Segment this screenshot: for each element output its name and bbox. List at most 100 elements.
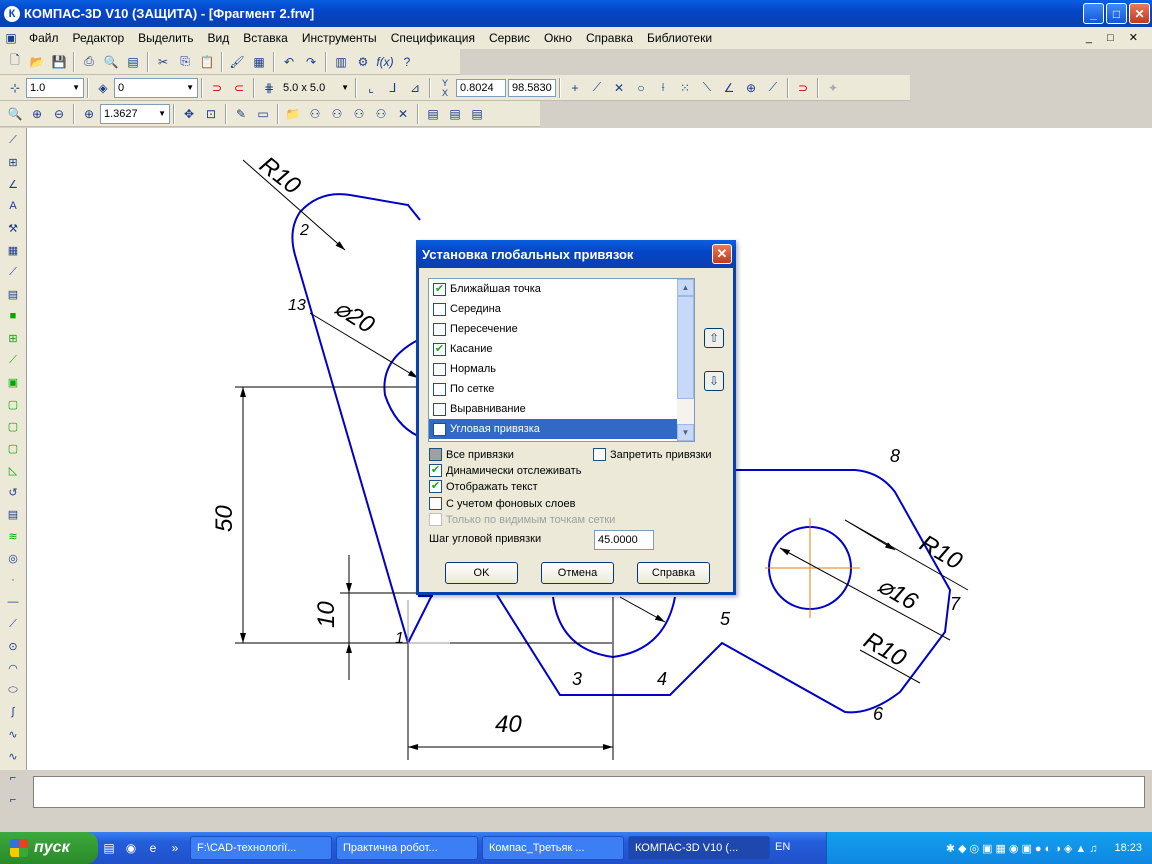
checkbox[interactable] bbox=[433, 382, 446, 396]
ortho-icon[interactable]: ⌞ bbox=[361, 78, 381, 98]
start-button[interactable]: пуск bbox=[0, 832, 98, 864]
list-item[interactable]: По сетке bbox=[429, 379, 694, 399]
menu-editor[interactable]: Редактор bbox=[66, 31, 132, 45]
show-text-option[interactable]: ✔ Отображать текст bbox=[429, 480, 538, 493]
grid-icon[interactable]: ⋕ bbox=[259, 78, 279, 98]
contour-icon[interactable]: ◎ bbox=[3, 548, 23, 568]
minimize-button[interactable]: _ bbox=[1083, 3, 1104, 24]
lib-tools-icon[interactable]: ✕ bbox=[393, 104, 413, 124]
all-snaps-option[interactable]: Все привязки bbox=[429, 448, 514, 461]
lib-doc1-icon[interactable]: ▤ bbox=[423, 104, 443, 124]
bezier-icon[interactable]: ∿ bbox=[3, 724, 23, 744]
preview-icon[interactable]: 🔍 bbox=[101, 52, 121, 72]
coord-x-field[interactable]: 0.8024 bbox=[456, 78, 506, 97]
open-library-icon[interactable]: 📁 bbox=[283, 104, 303, 124]
rect-icon[interactable]: ▢ bbox=[3, 438, 23, 458]
snap-curve-icon[interactable]: ⟋ bbox=[763, 78, 783, 98]
menu-insert[interactable]: Вставка bbox=[236, 31, 295, 45]
layer-combo[interactable]: 0 ▼ bbox=[114, 77, 198, 98]
round-icon[interactable]: ⊿ bbox=[405, 78, 425, 98]
geometry-icon[interactable]: ⟋ bbox=[3, 130, 23, 150]
quicklaunch-more-icon[interactable]: » bbox=[165, 838, 185, 858]
list-scrollbar[interactable]: ▲ ▼ bbox=[677, 279, 694, 441]
checkbox[interactable]: ✔ bbox=[429, 480, 442, 493]
lib-doc3-icon[interactable]: ▤ bbox=[467, 104, 487, 124]
snap-grid-icon[interactable]: ⁙ bbox=[675, 78, 695, 98]
bg-layers-option[interactable]: С учетом фоновых слоев bbox=[429, 497, 575, 510]
checkbox[interactable] bbox=[433, 322, 446, 336]
snap-normal-icon[interactable]: ⟊ bbox=[653, 78, 673, 98]
list-item-selected[interactable]: Угловая привязка bbox=[429, 419, 694, 439]
fillet-icon[interactable]: ⌐ bbox=[3, 790, 23, 810]
grid-combo[interactable]: 5.0 x 5.0 ▼ bbox=[280, 78, 352, 98]
checkbox[interactable] bbox=[429, 448, 442, 461]
move-down-button[interactable]: ⇩ bbox=[704, 371, 724, 391]
list-item[interactable]: Середина bbox=[429, 299, 694, 319]
snap-magnet-icon[interactable]: ⊃ bbox=[207, 78, 227, 98]
checkbox[interactable] bbox=[433, 362, 446, 376]
menu-select[interactable]: Выделить bbox=[131, 31, 200, 45]
measure-icon[interactable]: ▦ bbox=[3, 240, 23, 260]
list-item[interactable]: ✔ Касание bbox=[429, 339, 694, 359]
calculator-icon[interactable]: ▥ bbox=[331, 52, 351, 72]
list-item[interactable]: Выравнивание bbox=[429, 399, 694, 419]
zoom-combo[interactable]: 1.3627 ▼ bbox=[100, 103, 170, 124]
local-cs-icon[interactable]: ⊹ bbox=[5, 78, 25, 98]
ortho-mode-icon[interactable]: ⅃ bbox=[383, 78, 403, 98]
variables-icon[interactable]: f(x) bbox=[375, 52, 395, 72]
lib-1-icon[interactable]: ⚇ bbox=[305, 104, 325, 124]
chamfer-icon[interactable]: ⌐ bbox=[3, 768, 23, 788]
menu-tools[interactable]: Инструменты bbox=[295, 31, 384, 45]
tray-icons[interactable]: ✱◆◎▣▦◉▣●◐◑◈▲♫ bbox=[946, 842, 1101, 855]
snap-list[interactable]: ✔ Ближайшая точка Середина Пересечение ✔ К… bbox=[428, 278, 695, 442]
task-button-1[interactable]: F:\CAD-технології... bbox=[190, 836, 332, 860]
aux-line-icon[interactable]: ⊞ bbox=[3, 328, 23, 348]
magnet-icon[interactable]: ⊃ bbox=[793, 78, 813, 98]
format-brush-icon[interactable]: 🖌 bbox=[227, 52, 247, 72]
checkbox[interactable] bbox=[593, 448, 606, 461]
menu-view[interactable]: Вид bbox=[201, 31, 237, 45]
polygon-icon[interactable]: ◺ bbox=[3, 460, 23, 480]
checkbox[interactable] bbox=[433, 302, 446, 316]
object-help-icon[interactable]: ? bbox=[397, 52, 417, 72]
list-item[interactable]: Пересечение bbox=[429, 319, 694, 339]
zoom-window-icon[interactable]: 🔍 bbox=[5, 104, 25, 124]
scroll-up-icon[interactable]: ▲ bbox=[677, 279, 694, 296]
print-setup-icon[interactable]: ▤ bbox=[123, 52, 143, 72]
snap-align-icon[interactable]: ⟍ bbox=[697, 78, 717, 98]
ellipse2-icon[interactable]: ⬭ bbox=[3, 680, 23, 700]
task-button-3[interactable]: Компас_Третьяк ... bbox=[482, 836, 624, 860]
local-snap-icon[interactable]: ⊂ bbox=[229, 78, 249, 98]
lib-4-icon[interactable]: ⚇ bbox=[371, 104, 391, 124]
rotate-icon[interactable]: ↺ bbox=[3, 482, 23, 502]
paste-icon[interactable]: 📋 bbox=[197, 52, 217, 72]
params-icon[interactable]: ⚒ bbox=[3, 218, 23, 238]
snap-center-icon[interactable]: ⊕ bbox=[741, 78, 761, 98]
arc-icon[interactable]: ▢ bbox=[3, 394, 23, 414]
forbid-snaps-option[interactable]: Запретить привязки bbox=[593, 448, 712, 461]
ellipse-icon[interactable]: ▢ bbox=[3, 416, 23, 436]
spec-icon[interactable]: ▤ bbox=[3, 284, 23, 304]
segment-icon[interactable]: ⟋ bbox=[3, 350, 23, 370]
arc2-icon[interactable]: ◠ bbox=[3, 658, 23, 678]
ok-button[interactable]: OK bbox=[445, 562, 518, 584]
ie-icon[interactable]: e bbox=[143, 838, 163, 858]
snap-tangent-icon[interactable]: ○ bbox=[631, 78, 651, 98]
copy-icon[interactable]: ⎘ bbox=[175, 52, 195, 72]
snap-angle-icon[interactable]: ∠ bbox=[719, 78, 739, 98]
save-icon[interactable]: 💾 bbox=[49, 52, 69, 72]
checkbox[interactable] bbox=[429, 497, 442, 510]
menu-file[interactable]: Файл bbox=[22, 31, 66, 45]
dot-icon[interactable]: · bbox=[3, 570, 23, 590]
quicklaunch-2-icon[interactable]: ◉ bbox=[121, 838, 141, 858]
redo-icon[interactable]: ↷ bbox=[301, 52, 321, 72]
checkbox[interactable] bbox=[433, 402, 446, 416]
dynamic-track-option[interactable]: ✔ Динамически отслеживать bbox=[429, 464, 581, 477]
language-indicator[interactable]: EN bbox=[775, 841, 790, 853]
point-icon[interactable]: ■ bbox=[3, 306, 23, 326]
help-button[interactable]: Справка bbox=[637, 562, 710, 584]
checkbox[interactable] bbox=[433, 422, 446, 436]
dimensions-icon[interactable]: ⊞ bbox=[3, 152, 23, 172]
print-icon[interactable]: ⎙ bbox=[79, 52, 99, 72]
display-icon[interactable]: ▭ bbox=[253, 104, 273, 124]
